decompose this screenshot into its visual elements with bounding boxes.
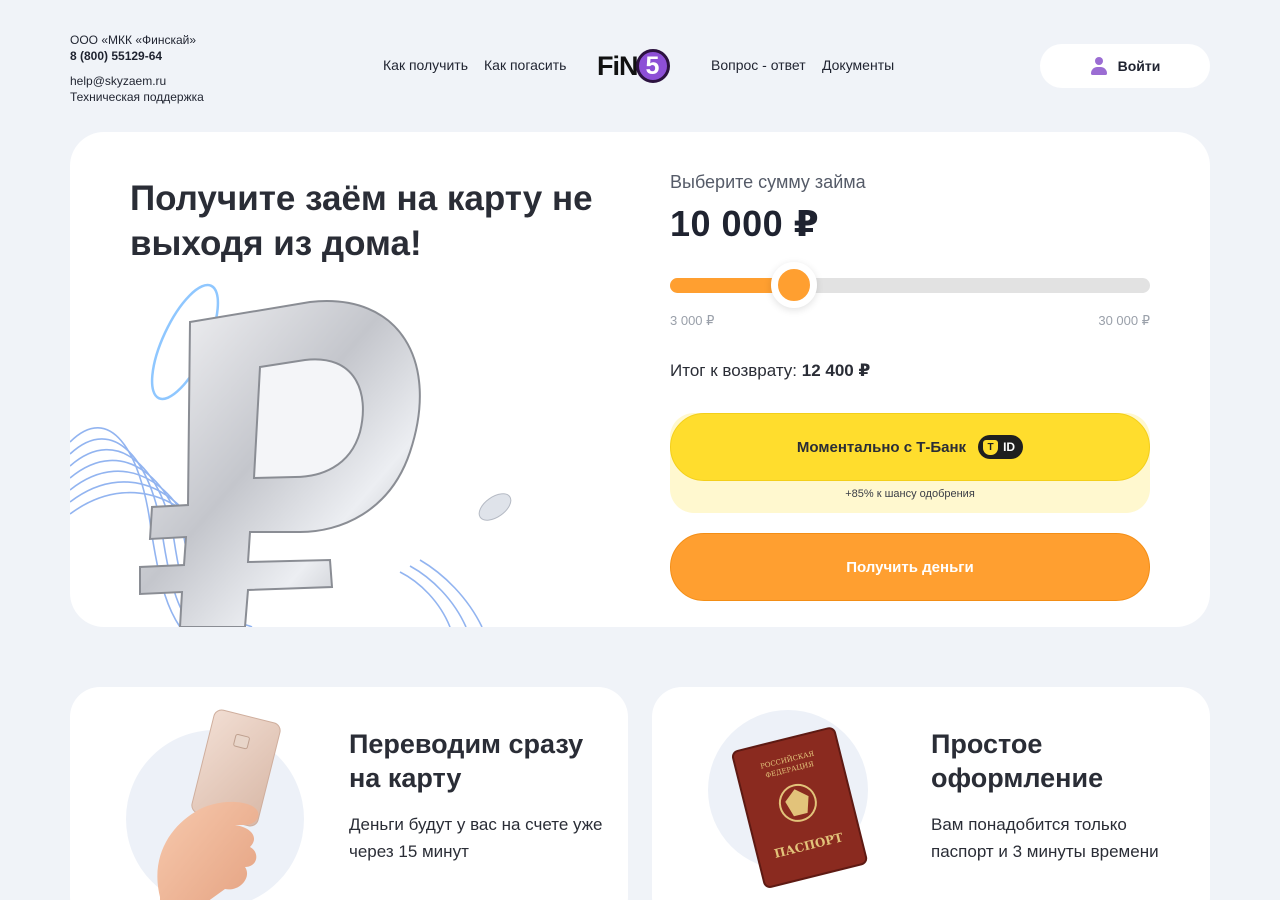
amount-label: Выберите сумму займа [670, 172, 866, 192]
nav-documents[interactable]: Документы [822, 57, 894, 73]
feature-text: Вам понадобится только паспорт и 3 минут… [931, 815, 1159, 861]
logo[interactable]: FiN 5 [597, 48, 670, 84]
tbank-hint: +85% к шансу одобрения [845, 488, 975, 500]
login-button[interactable]: Войти [1040, 44, 1210, 88]
repayment-value: 12 400 ₽ [801, 361, 871, 380]
site-header: ООО «МКК «Финскай» 8 (800) 55129-64 help… [0, 0, 1280, 110]
slider-min-label: 3 000 ₽ [670, 313, 715, 328]
amount-value: 10 000 ₽ [670, 203, 820, 244]
loan-calculator: Выберите сумму займа 10 000 ₽ 3 000 ₽ 30… [670, 172, 1150, 601]
login-label: Войти [1117, 58, 1161, 74]
slider-range-labels: 3 000 ₽ 30 000 ₽ [670, 313, 1150, 329]
phone-link[interactable]: 8 (800) 55129-64 [70, 48, 204, 64]
tbank-badge-label: ID [1003, 440, 1016, 454]
nav-how-to-repay[interactable]: Как погасить [484, 57, 566, 73]
repayment-label: Итог к возврату: [670, 361, 798, 380]
ruble-illustration [70, 283, 512, 627]
feature-title: Переводим сразу на карту [349, 729, 584, 793]
tbank-block: Моментально с Т-Банк T ID +85% к шансу о… [670, 413, 1150, 513]
logo-digit: 5 [635, 49, 670, 83]
amount-slider[interactable] [670, 262, 1150, 308]
tbank-id-badge: T ID [978, 435, 1024, 459]
nav-faq[interactable]: Вопрос - ответ [711, 57, 806, 73]
tbank-button-label: Моментально с Т-Банк [796, 438, 967, 456]
support-label: Техническая поддержка [70, 90, 204, 104]
logo-text: FiN [597, 51, 638, 81]
feature-text: Деньги будут у вас на счете уже через 15… [349, 815, 603, 861]
feature-card-transfer: Переводим сразу на карту Деньги будут у … [70, 687, 628, 900]
hero-title: Получите заём на карту не выходя из дома… [130, 179, 593, 263]
slider-max-label: 30 000 ₽ [1098, 313, 1150, 328]
tbank-button[interactable]: Моментально с Т-Банк T ID [670, 413, 1150, 481]
user-icon [1090, 57, 1108, 75]
repayment-total: Итог к возврату: 12 400 ₽ [670, 361, 1150, 381]
nav-how-to-get[interactable]: Как получить [383, 57, 468, 73]
company-name: ООО «МКК «Финскай» [70, 33, 197, 47]
get-money-button[interactable]: Получить деньги [670, 533, 1150, 601]
feature-title: Простое оформление [931, 729, 1104, 793]
contacts-block: ООО «МКК «Финскай» 8 (800) 55129-64 help… [70, 32, 204, 105]
slider-thumb[interactable] [771, 262, 817, 308]
tbank-shield-icon: T [983, 439, 999, 455]
hero-card: Получите заём на карту не выходя из дома… [70, 132, 1210, 627]
passport-icon: РОССИЙСКАЯ ФЕДЕРАЦИЯ ПАСПОРТ [732, 727, 868, 888]
email-link[interactable]: help@skyzaem.ru [70, 73, 204, 89]
feature-card-easy: РОССИЙСКАЯ ФЕДЕРАЦИЯ ПАСПОРТ Простое офо… [652, 687, 1210, 900]
hand-card-icon [157, 709, 281, 900]
